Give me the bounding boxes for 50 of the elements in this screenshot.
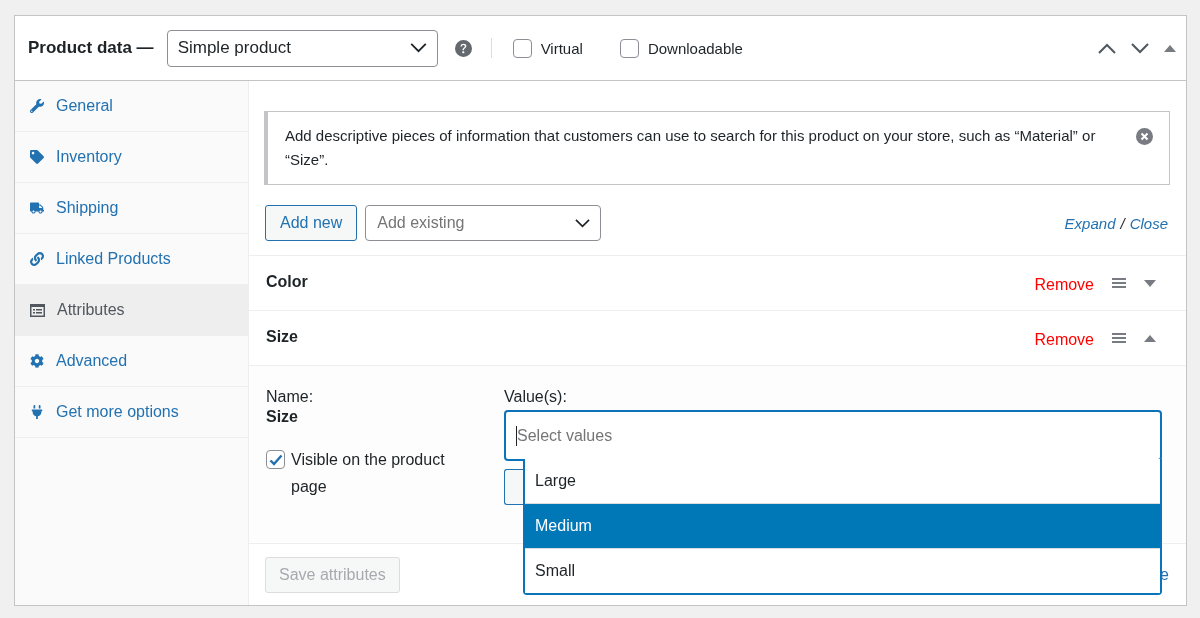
- chevron-up-icon[interactable]: [1098, 42, 1116, 54]
- checkbox[interactable]: [266, 450, 285, 469]
- sidebar-tab[interactable]: General: [15, 81, 248, 132]
- triangle-down-icon[interactable]: [1144, 279, 1156, 287]
- panel-title: Product data —: [28, 38, 154, 58]
- wrench-icon: [30, 99, 44, 113]
- sidebar-tab[interactable]: Get more options: [15, 387, 248, 438]
- attribute-name: Color: [266, 272, 308, 291]
- plug-icon: [30, 405, 44, 419]
- values-field[interactable]: Select values: [504, 410, 1162, 461]
- chevron-down-icon[interactable]: [1131, 42, 1149, 54]
- add-new-button[interactable]: Add new: [265, 205, 358, 241]
- button-edge[interactable]: [504, 469, 524, 505]
- tag-icon: [30, 150, 44, 164]
- link-separator: /: [1120, 214, 1125, 232]
- drag-handle-icon[interactable]: [1112, 278, 1126, 288]
- remove-link[interactable]: Remove: [1034, 275, 1094, 294]
- field-label: Name:: [266, 387, 315, 407]
- sidebar-tab[interactable]: Shipping: [15, 183, 248, 234]
- gear-icon: [30, 354, 44, 368]
- checkbox-label: Visible on the product page: [291, 450, 446, 497]
- checkbox-label: Downloadable: [647, 39, 743, 57]
- notice-text: Add descriptive pieces of information that customers can use to search for this product on your store, such as “Material” or “Size”.: [285, 126, 1097, 170]
- truck-icon: [30, 201, 44, 215]
- add-existing-select[interactable]: Add existing: [365, 205, 602, 241]
- triangle-up-icon[interactable]: [1164, 44, 1176, 52]
- sidebar-tab[interactable]: Attributes: [15, 285, 248, 336]
- close-link[interactable]: Close: [1129, 214, 1168, 232]
- checkbox[interactable]: [512, 38, 532, 58]
- link-icon: [30, 252, 44, 266]
- checkbox-label: Virtual: [540, 39, 583, 57]
- chevron-down-icon: [409, 43, 427, 53]
- dropdown-option[interactable]: Medium: [525, 503, 1160, 548]
- dropdown-option[interactable]: Small: [525, 548, 1160, 593]
- help-icon[interactable]: [454, 39, 472, 57]
- chevron-down-icon: [575, 218, 591, 228]
- sidebar-tab[interactable]: Inventory: [15, 132, 248, 183]
- text-cursor: [516, 425, 517, 446]
- remove-link[interactable]: Remove: [1034, 330, 1094, 349]
- sidebar-tab[interactable]: Advanced: [15, 336, 248, 387]
- drag-handle-icon[interactable]: [1112, 333, 1126, 343]
- close-icon[interactable]: [1136, 128, 1153, 145]
- product-type-select[interactable]: Simple product: [166, 29, 438, 67]
- expand-link[interactable]: Expand: [1064, 214, 1116, 232]
- triangle-up-icon[interactable]: [1144, 334, 1156, 342]
- list-icon: [30, 303, 45, 317]
- attribute-name-value: Size: [266, 407, 299, 427]
- attribute-name: Size: [266, 327, 298, 346]
- checkbox[interactable]: [619, 38, 639, 58]
- field-label: Value(s):: [504, 387, 568, 407]
